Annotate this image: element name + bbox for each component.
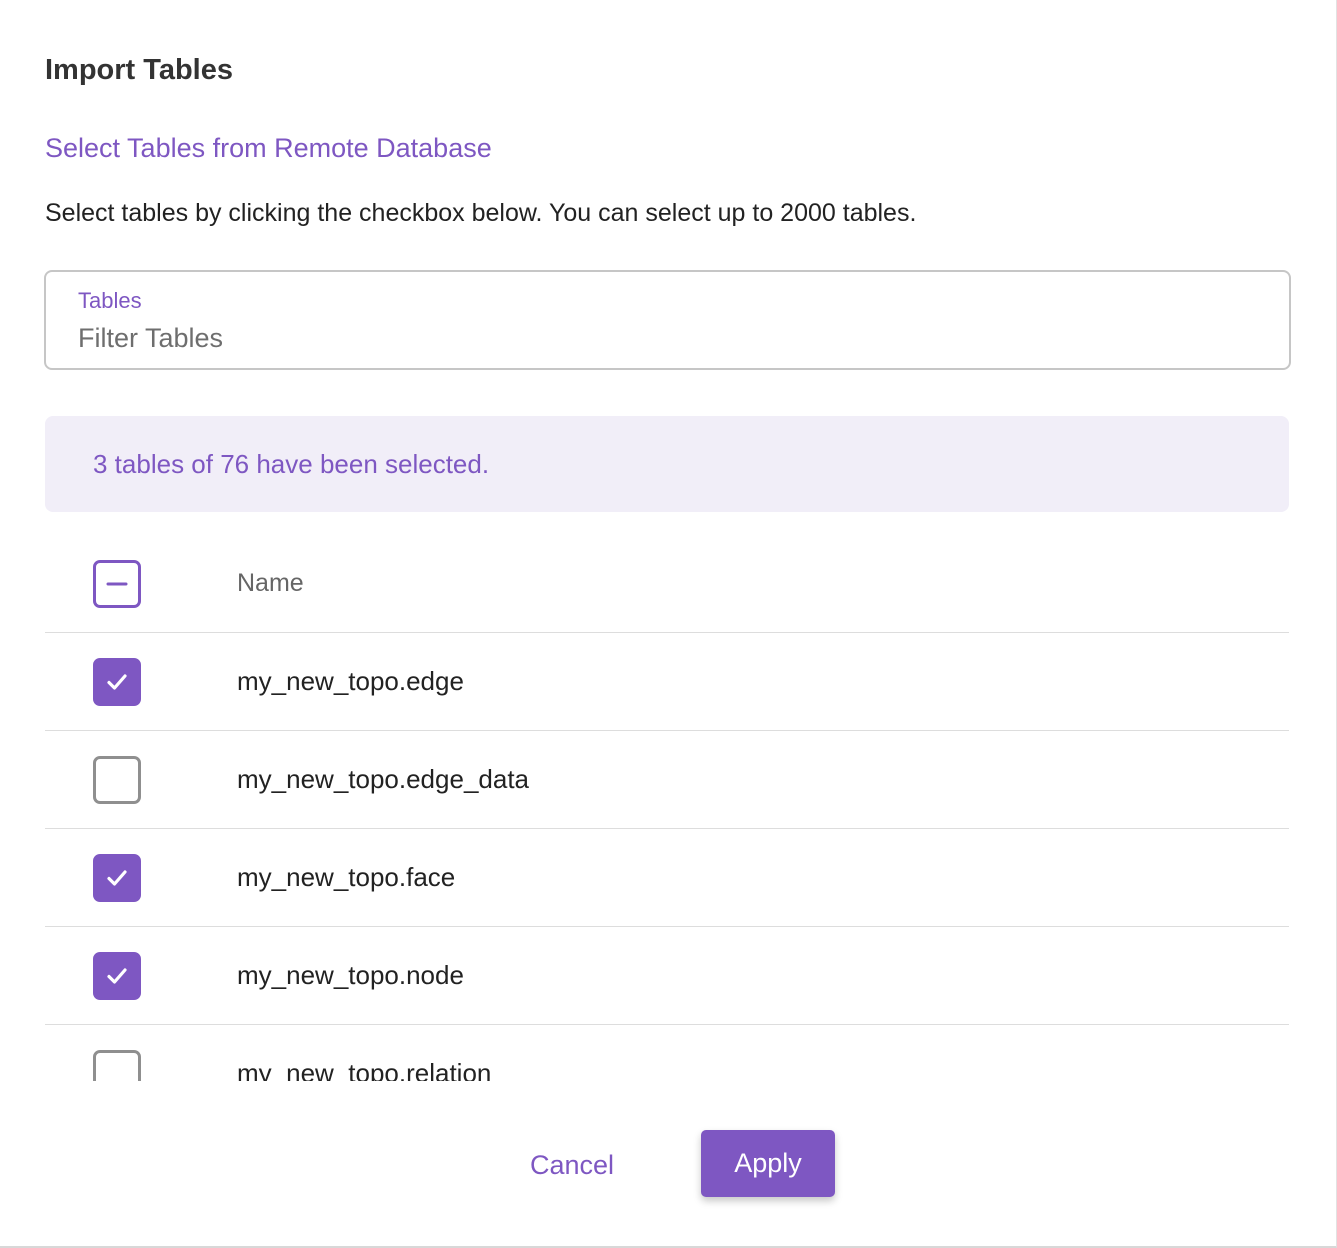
row-checkbox[interactable] — [93, 1050, 141, 1081]
name-column-header: Name — [237, 569, 304, 597]
dialog-description: Select tables by clicking the checkbox b… — [45, 199, 917, 227]
table-row[interactable]: my_new_topo.relation — [45, 1025, 1289, 1081]
dialog-subtitle: Select Tables from Remote Database — [45, 133, 492, 163]
row-checkbox[interactable] — [93, 952, 141, 1000]
row-checkbox[interactable] — [93, 756, 141, 804]
table-name: my_new_topo.face — [237, 862, 456, 892]
table-row[interactable]: my_new_topo.node — [45, 927, 1289, 1025]
select-all-checkbox[interactable] — [93, 560, 141, 608]
table-row[interactable]: my_new_topo.face — [45, 829, 1289, 927]
minus-icon — [106, 582, 128, 586]
dialog-title: Import Tables — [45, 54, 233, 86]
table-row[interactable]: my_new_topo.edge — [45, 633, 1289, 731]
table-name: my_new_topo.edge — [237, 666, 464, 696]
check-icon — [107, 968, 127, 984]
table-row[interactable]: my_new_topo.edge_data — [45, 731, 1289, 829]
filter-field: Tables — [44, 270, 1291, 370]
import-tables-dialog: Import Tables Select Tables from Remote … — [0, 0, 1337, 1248]
table-header-row: Name — [45, 535, 1289, 633]
row-checkbox[interactable] — [93, 658, 141, 706]
apply-button[interactable]: Apply — [701, 1130, 835, 1197]
dialog-footer: Cancel Apply — [0, 1110, 1337, 1220]
row-checkbox[interactable] — [93, 854, 141, 902]
check-icon — [107, 674, 127, 690]
filter-label: Tables — [78, 288, 142, 313]
selection-summary-text: 3 tables of 76 have been selected. — [93, 449, 490, 479]
check-icon — [107, 870, 127, 886]
cancel-button[interactable]: Cancel — [512, 1142, 632, 1188]
tables-list[interactable]: Name my_new_topo.edge my_new_topo.edge_d… — [45, 535, 1289, 1081]
table-name: my_new_topo.edge_data — [237, 764, 530, 794]
selection-summary-banner: 3 tables of 76 have been selected. — [45, 416, 1289, 512]
filter-tables-input[interactable] — [78, 320, 1228, 356]
table-name: my_new_topo.node — [237, 960, 464, 990]
table-name: my_new_topo.relation — [237, 1058, 492, 1081]
